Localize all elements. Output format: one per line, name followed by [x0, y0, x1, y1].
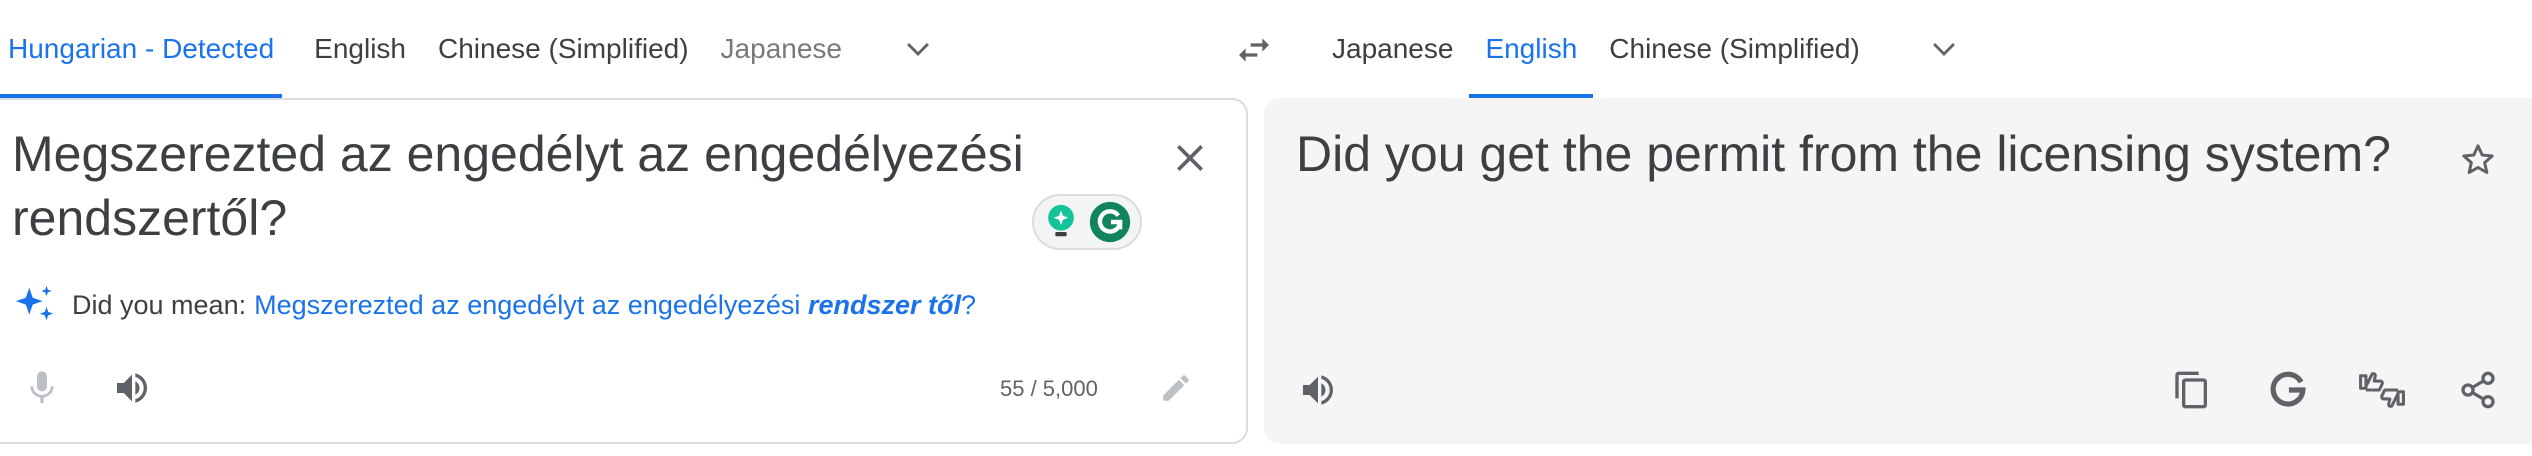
translate-app: Hungarian - Detected English Chinese (Si…: [0, 0, 2532, 456]
source-text-input[interactable]: Megszerezted az engedélyt az engedélyezé…: [12, 122, 1112, 250]
target-language-bar: Japanese English Chinese (Simplified): [1316, 0, 2016, 98]
tab-target-english[interactable]: English: [1469, 0, 1594, 98]
tab-source-japanese[interactable]: Japanese: [713, 0, 850, 98]
chevron-down-icon: [1932, 43, 1955, 56]
sparkle-icon: [15, 285, 54, 321]
source-language-bar: Hungarian - Detected English Chinese (Si…: [0, 0, 1000, 98]
rate-translation-button[interactable]: [2354, 362, 2410, 418]
source-panel: Megszerezted az engedélyt az engedélyezé…: [0, 98, 1248, 444]
more-target-languages-button[interactable]: [1920, 0, 1968, 98]
tab-label: English: [1485, 33, 1578, 64]
tab-label: Japanese: [1332, 33, 1454, 64]
close-icon: [1177, 145, 1203, 171]
suggestion-suffix: ?: [961, 289, 977, 320]
tab-target-chinese-simplified[interactable]: Chinese (Simplified): [1593, 0, 1876, 98]
tab-label: Hungarian - Detected: [8, 33, 275, 64]
clear-source-button[interactable]: [1164, 132, 1216, 184]
tab-label: English: [314, 33, 406, 64]
listen-source-button[interactable]: [104, 360, 160, 416]
share-translation-button[interactable]: [2450, 362, 2506, 418]
suggestion-link[interactable]: Megszerezted az engedélyt az engedélyezé…: [254, 290, 976, 321]
tab-label: Chinese (Simplified): [438, 33, 689, 64]
copy-icon: [2175, 371, 2207, 409]
google-g-icon: [2270, 371, 2306, 407]
more-source-languages-button[interactable]: [894, 0, 942, 98]
chevron-down-icon: [907, 43, 929, 56]
grammarly-widget[interactable]: [1032, 194, 1142, 250]
swap-languages-button[interactable]: [1230, 26, 1278, 74]
suggestion-correct-part: Megszerezted az engedélyt az engedélyezé…: [254, 289, 801, 320]
tab-label: Japanese: [720, 33, 842, 64]
tab-target-japanese[interactable]: Japanese: [1316, 0, 1469, 98]
listen-translation-button[interactable]: [1290, 362, 1346, 418]
share-icon: [2461, 371, 2495, 409]
save-translation-button[interactable]: [2450, 132, 2506, 188]
swap-languages-icon: [1239, 38, 1269, 62]
tab-source-hungarian-detected[interactable]: Hungarian - Detected: [0, 0, 283, 98]
suggestion-corrected-part: rendszer től: [807, 289, 961, 320]
feedback-icon: [2359, 372, 2405, 408]
edit-button[interactable]: [1148, 360, 1204, 416]
google-search-button[interactable]: [2260, 362, 2316, 418]
voice-input-button[interactable]: [14, 360, 70, 416]
character-count: 55 / 5,000: [1000, 376, 1098, 401]
microphone-icon: [30, 371, 54, 403]
tab-source-chinese-simplified[interactable]: Chinese (Simplified): [430, 0, 697, 98]
suggestion-prefix: Did you mean:: [72, 289, 247, 320]
target-panel: Did you get the permit from the licensin…: [1264, 98, 2532, 444]
speaker-icon: [117, 373, 147, 403]
tab-label: Chinese (Simplified): [1609, 33, 1860, 64]
speaker-icon: [1303, 375, 1333, 405]
grammarly-icon: [1089, 201, 1130, 243]
star-icon: [2462, 144, 2494, 174]
did-you-mean-suggestion: Did you mean: Megszerezted az engedélyt …: [12, 282, 976, 328]
translation-output: Did you get the permit from the licensin…: [1296, 126, 2391, 182]
lightbulb-icon: [1047, 204, 1074, 237]
copy-translation-button[interactable]: [2164, 362, 2220, 418]
tab-source-english[interactable]: English: [306, 0, 414, 98]
pencil-icon: [1163, 375, 1189, 401]
